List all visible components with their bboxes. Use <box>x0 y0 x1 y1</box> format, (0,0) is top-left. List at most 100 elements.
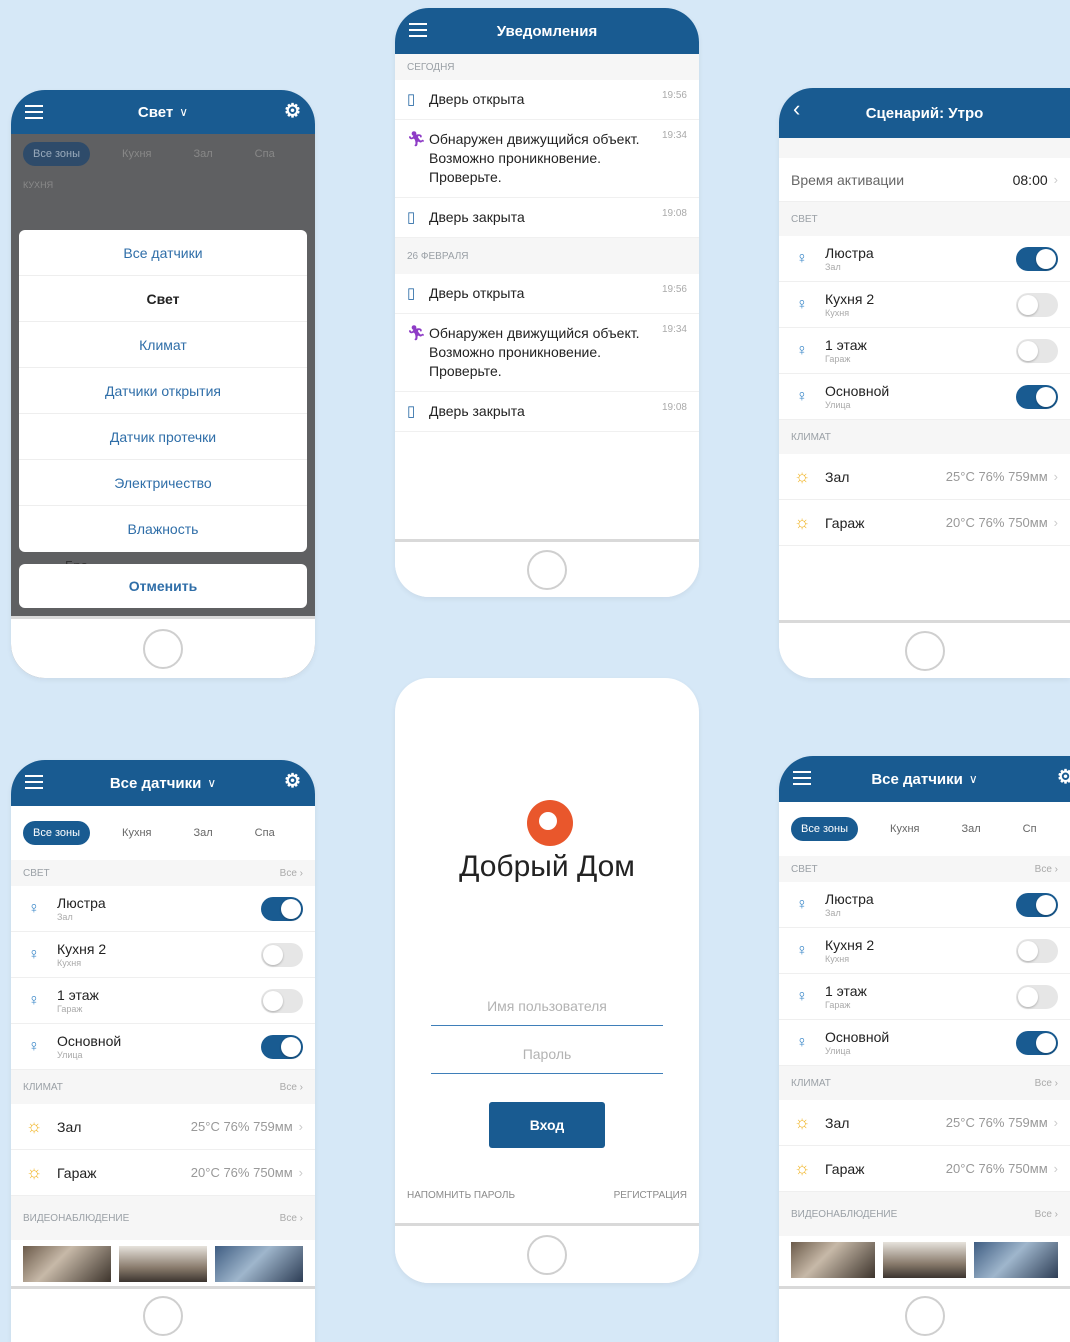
chip-hall[interactable]: Зал <box>951 817 990 841</box>
camera-thumbnails <box>779 1236 1070 1284</box>
chip-kitchen[interactable]: Кухня <box>112 821 161 845</box>
option-light[interactable]: Свет <box>19 276 307 322</box>
chip-bedroom[interactable]: Спа <box>245 142 285 166</box>
walking-person-icon: 🏃︎ <box>407 131 427 148</box>
register-link[interactable]: РЕГИСТРАЦИЯ <box>614 1190 687 1201</box>
notification-text: Дверь закрыта <box>429 209 525 225</box>
camera-thumbnail[interactable] <box>974 1242 1059 1278</box>
menu-icon[interactable] <box>793 771 811 785</box>
light-row: ♀ Кухня 2 Кухня <box>11 932 315 978</box>
all-link[interactable]: Все › <box>280 1213 303 1224</box>
home-button[interactable] <box>527 549 567 590</box>
camera-thumbnail[interactable] <box>791 1242 875 1278</box>
header-title[interactable]: Все датчики <box>110 775 202 792</box>
option-electricity[interactable]: Электричество <box>19 460 307 506</box>
camera-thumbnail[interactable] <box>119 1246 207 1282</box>
light-toggle[interactable] <box>1016 246 1058 271</box>
light-toggle[interactable] <box>261 942 303 967</box>
light-toggle[interactable] <box>261 1034 303 1059</box>
climate-row[interactable]: ☼ Гараж 20°C 76% 750мм › <box>779 500 1070 546</box>
light-row: ♀ 1 этаж Гараж <box>11 978 315 1024</box>
back-icon[interactable]: ‹ <box>793 98 800 120</box>
menu-icon[interactable] <box>25 105 43 119</box>
camera-thumbnail[interactable] <box>23 1246 111 1282</box>
light-toggle[interactable] <box>261 896 303 921</box>
cancel-button[interactable]: Отменить <box>19 564 307 608</box>
gear-icon[interactable]: ⚙ <box>284 772 301 792</box>
header-title[interactable]: Свет <box>138 104 173 121</box>
notification-item[interactable]: ▯ Дверь закрыта 19:08 <box>395 198 699 238</box>
chip-hall[interactable]: Зал <box>183 821 222 845</box>
remind-password-link[interactable]: НАПОМНИТЬ ПАРОЛЬ <box>407 1190 515 1201</box>
option-all-sensors[interactable]: Все датчики <box>19 230 307 276</box>
light-name: 1 этаж <box>57 987 99 1003</box>
chevron-down-icon[interactable]: ∨ <box>179 105 188 119</box>
phone-notifications: Уведомления СЕГОДНЯ ▯ Дверь открыта 19:5… <box>395 8 699 597</box>
all-link[interactable]: Все › <box>1035 1209 1058 1220</box>
all-link[interactable]: Все › <box>280 1082 303 1093</box>
light-zone: Зал <box>57 912 73 922</box>
climate-row[interactable]: ☼ Гараж 20°C 76% 750мм › <box>779 1146 1070 1192</box>
chevron-down-icon[interactable]: ∨ <box>969 772 978 786</box>
light-toggle[interactable] <box>1016 938 1058 963</box>
light-zone: Гараж <box>57 1004 83 1014</box>
climate-row[interactable]: ☼ Гараж 20°C 76% 750мм › <box>11 1150 315 1196</box>
all-link[interactable]: Все › <box>1035 1078 1058 1089</box>
climate-name: Зал <box>825 1114 850 1131</box>
climate-row[interactable]: ☼ Зал 25°C 76% 759мм › <box>11 1104 315 1150</box>
sun-icon: ☼ <box>793 466 811 486</box>
light-toggle[interactable] <box>261 988 303 1013</box>
menu-icon[interactable] <box>25 775 43 789</box>
light-toggle[interactable] <box>1016 384 1058 409</box>
climate-name: Зал <box>57 1118 82 1135</box>
door-icon: ▯ <box>407 285 416 302</box>
light-toggle[interactable] <box>1016 1030 1058 1055</box>
chip-kitchen[interactable]: Кухня <box>880 817 929 841</box>
light-toggle[interactable] <box>1016 984 1058 1009</box>
gear-icon[interactable]: ⚙ <box>1057 768 1070 788</box>
menu-icon[interactable] <box>409 23 427 37</box>
chip-kitchen[interactable]: Кухня <box>112 142 161 166</box>
camera-thumbnail[interactable] <box>215 1246 303 1282</box>
option-open-sensors[interactable]: Датчики открытия <box>19 368 307 414</box>
notification-item[interactable]: 🏃︎ Обнаружен движущийся объект. Возможно… <box>395 120 699 198</box>
light-zone: Зал <box>825 908 841 918</box>
login-button[interactable]: Вход <box>489 1102 605 1148</box>
home-area <box>11 1286 315 1342</box>
light-toggle[interactable] <box>1016 892 1058 917</box>
activation-time-row[interactable]: Время активации 08:00 › <box>779 158 1070 202</box>
gear-icon[interactable]: ⚙ <box>284 102 301 122</box>
chip-hall[interactable]: Зал <box>183 142 222 166</box>
door-icon: ▯ <box>407 91 416 108</box>
notification-item[interactable]: ▯ Дверь закрыта 19:08 <box>395 392 699 432</box>
climate-row[interactable]: ☼ Зал 25°C 76% 759мм › <box>779 1100 1070 1146</box>
chip-bedroom[interactable]: Сп <box>1013 817 1047 841</box>
home-button[interactable] <box>904 1295 945 1336</box>
notification-item[interactable]: 🏃︎ Обнаружен движущийся объект. Возможно… <box>395 314 699 392</box>
chip-all-zones[interactable]: Все зоны <box>23 821 91 845</box>
all-link[interactable]: Все › <box>1035 864 1058 875</box>
option-climate[interactable]: Климат <box>19 322 307 368</box>
light-toggle[interactable] <box>1016 292 1058 317</box>
home-button[interactable] <box>527 1234 567 1275</box>
chip-all-zones[interactable]: Все зоны <box>791 817 859 841</box>
all-link[interactable]: Все › <box>280 868 303 879</box>
password-field[interactable]: Пароль <box>431 1034 663 1074</box>
home-button[interactable] <box>143 1295 183 1336</box>
chevron-down-icon[interactable]: ∨ <box>207 776 216 790</box>
home-button[interactable] <box>143 628 183 669</box>
light-zone: Улица <box>825 1046 851 1056</box>
light-toggle[interactable] <box>1016 338 1058 363</box>
header-title[interactable]: Все датчики <box>871 771 963 788</box>
climate-row[interactable]: ☼ Зал 25°C 76% 759мм › <box>779 454 1070 500</box>
home-button[interactable] <box>904 630 945 671</box>
camera-thumbnail[interactable] <box>882 1242 967 1278</box>
chevron-right-icon: › <box>298 1119 303 1134</box>
username-field[interactable]: Имя пользователя <box>431 986 663 1026</box>
chip-bedroom[interactable]: Спа <box>245 821 285 845</box>
notification-item[interactable]: ▯ Дверь открыта 19:56 <box>395 274 699 314</box>
chip-all-zones[interactable]: Все зоны <box>23 142 91 166</box>
option-leak-sensor[interactable]: Датчик протечки <box>19 414 307 460</box>
option-humidity[interactable]: Влажность <box>19 506 307 552</box>
notification-item[interactable]: ▯ Дверь открыта 19:56 <box>395 80 699 120</box>
